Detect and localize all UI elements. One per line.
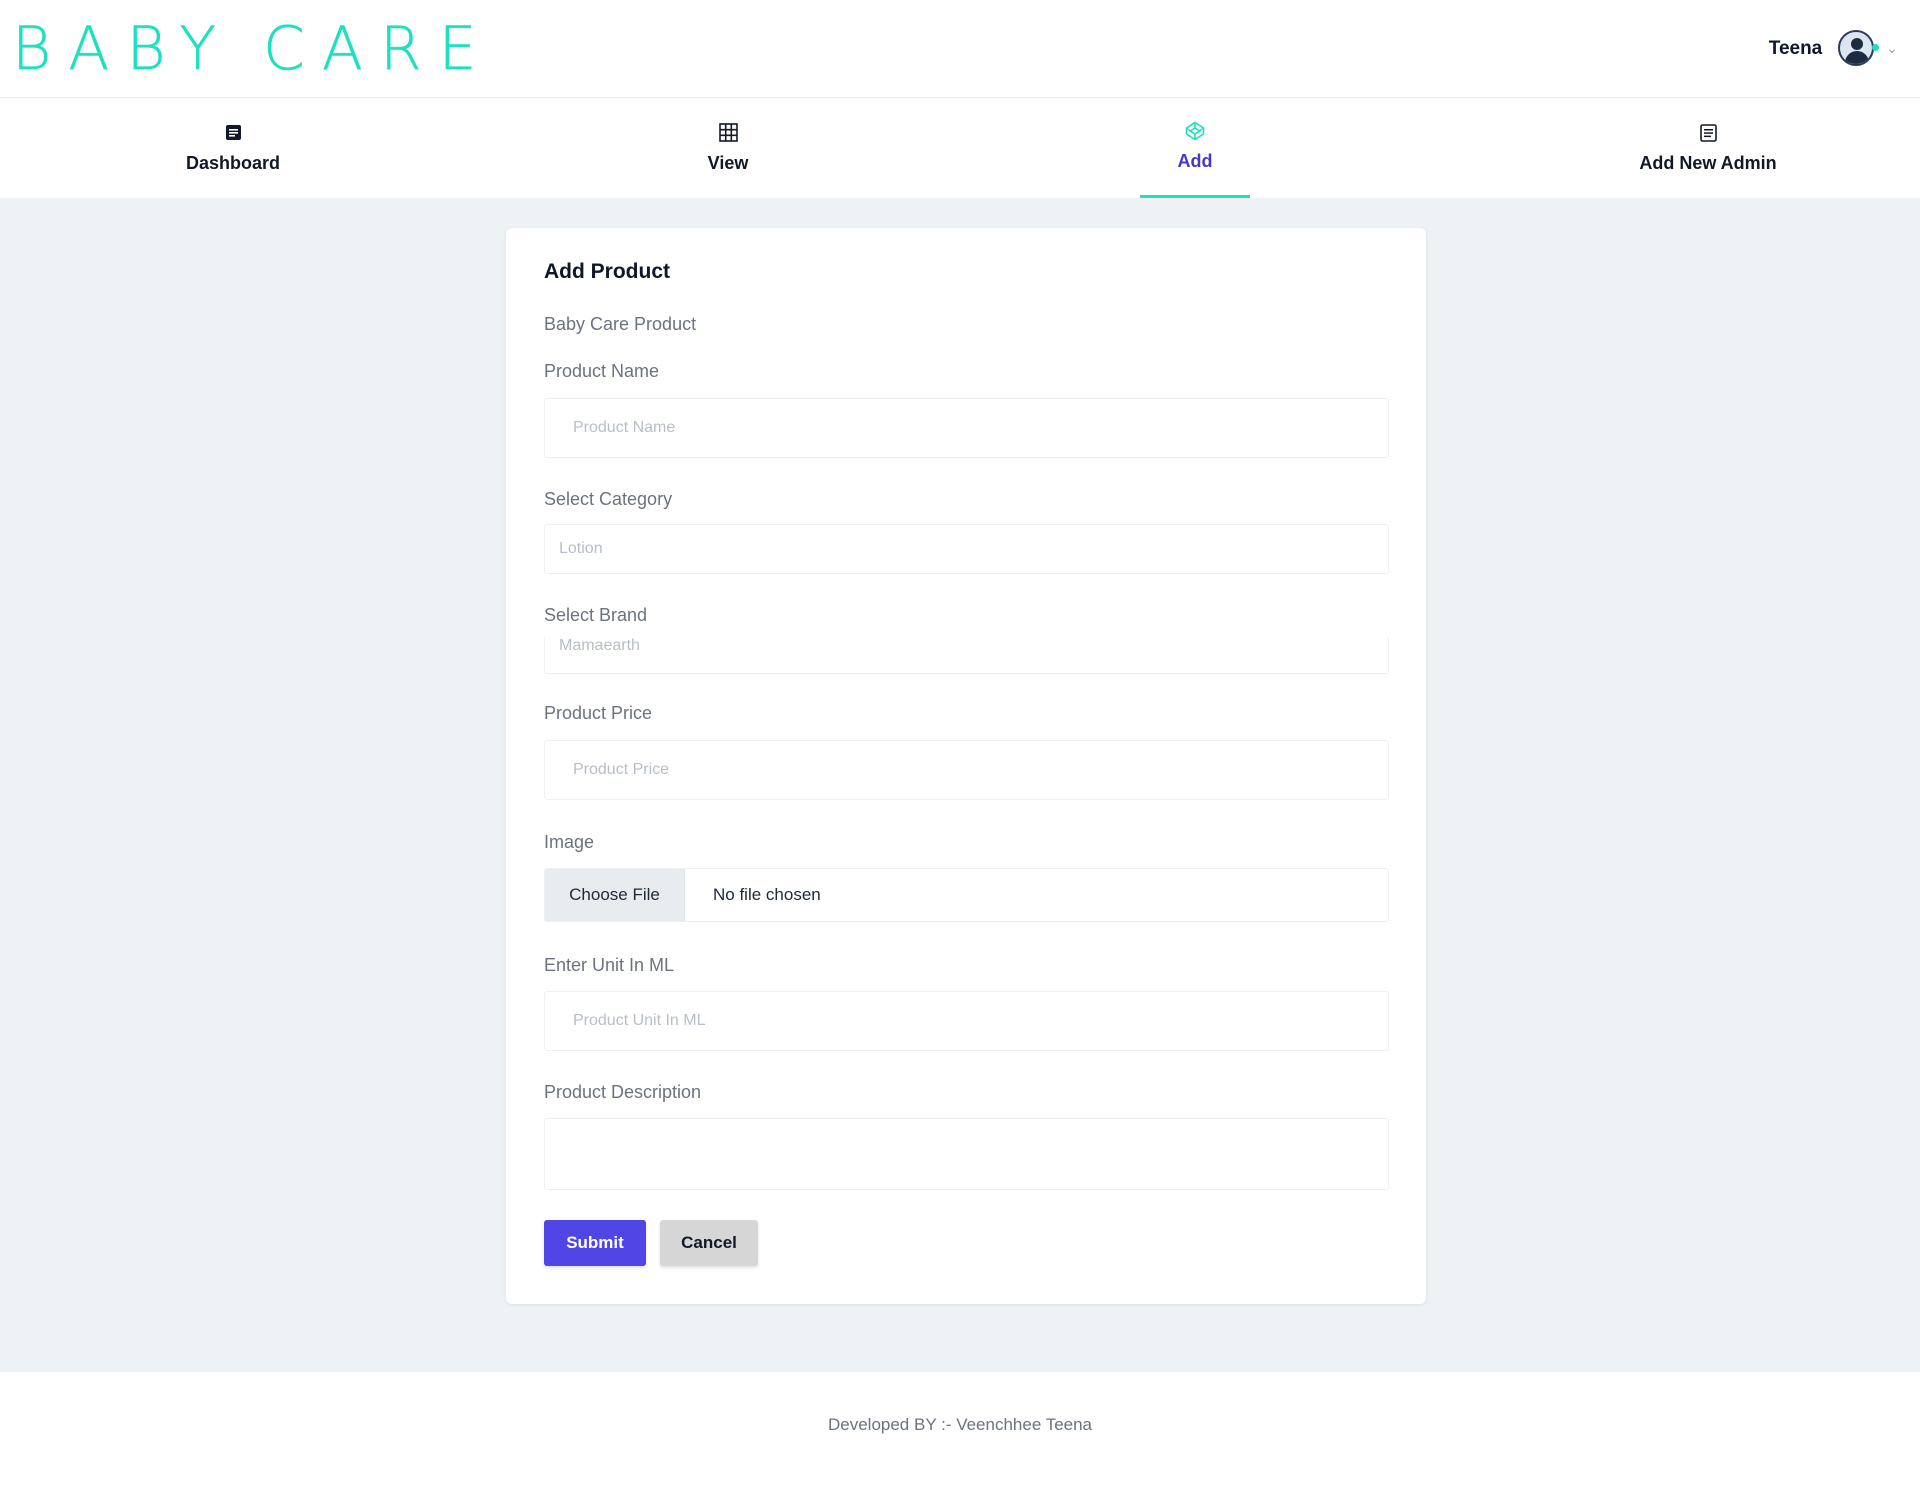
choose-file-button[interactable]: Choose File — [545, 869, 685, 921]
list-icon — [1698, 123, 1718, 143]
avatar-image — [1838, 29, 1875, 66]
online-status-dot — [1872, 43, 1880, 51]
nav-item-add[interactable]: Add — [1140, 98, 1250, 198]
page: BABY CARE Teena ⌄ Dashboard View Add Add… — [0, 0, 1920, 1490]
footer-credit: Developed BY :- Veenchhee Teena — [827, 1415, 1093, 1434]
product-name-label: Product Name — [544, 361, 660, 381]
category-label: Select Category — [544, 489, 673, 509]
avatar[interactable] — [1838, 29, 1880, 68]
user-name: Teena — [1768, 37, 1823, 59]
unit-label: Enter Unit In ML — [544, 955, 675, 975]
form-title: Add Product — [544, 260, 670, 283]
image-label: Image — [544, 832, 595, 852]
product-unit-input[interactable]: Product Unit In ML — [544, 991, 1389, 1051]
nav-label-add: Add — [1177, 151, 1213, 171]
codepen-icon — [1185, 121, 1205, 141]
nav-item-add-new-admin[interactable]: Add New Admin — [1633, 98, 1783, 198]
top-bar: BABY CARE Teena ⌄ — [0, 0, 1920, 98]
document-icon — [223, 123, 243, 143]
grid-icon — [718, 123, 738, 143]
nav-label-view: View — [707, 152, 749, 173]
product-name-input[interactable]: Product Name — [544, 398, 1389, 458]
category-selected-value: Lotion — [559, 540, 603, 557]
product-name-placeholder: Product Name — [573, 419, 676, 436]
nav-item-view[interactable]: View — [688, 98, 768, 198]
nav-item-dashboard[interactable]: Dashboard — [173, 98, 293, 198]
add-product-card: Add Product Baby Care Product Product Na… — [506, 228, 1426, 1304]
product-unit-placeholder: Product Unit In ML — [573, 1012, 706, 1029]
footer: Developed BY :- Veenchhee Teena — [0, 1372, 1920, 1490]
logo[interactable]: BABY CARE — [12, 13, 494, 84]
nav-label-dashboard: Dashboard — [185, 152, 281, 173]
description-label: Product Description — [544, 1082, 702, 1102]
logo-word-care: CARE — [263, 13, 494, 84]
chevron-down-icon[interactable]: ⌄ — [1886, 40, 1898, 57]
logo-word-baby: BABY — [12, 13, 233, 84]
product-price-input[interactable]: Product Price — [544, 740, 1389, 800]
form-subtitle: Baby Care Product — [544, 314, 697, 334]
main-content: Add Product Baby Care Product Product Na… — [0, 198, 1920, 1372]
image-file-input[interactable]: Choose File No file chosen — [544, 868, 1389, 922]
price-label: Product Price — [544, 703, 653, 723]
brand-select[interactable]: Mamaearth — [544, 636, 1389, 674]
submit-button[interactable]: Submit — [544, 1220, 646, 1266]
file-status-text: No file chosen — [713, 885, 821, 904]
main-nav: Dashboard View Add Add New Admin — [0, 98, 1920, 198]
brand-selected-value: Mamaearth — [559, 637, 640, 654]
brand-label: Select Brand — [544, 605, 648, 625]
product-description-textarea[interactable] — [544, 1118, 1389, 1190]
cancel-button[interactable]: Cancel — [660, 1220, 758, 1266]
nav-label-add-new-admin: Add New Admin — [1639, 152, 1777, 173]
category-select[interactable]: Lotion — [544, 524, 1389, 574]
user-menu[interactable]: Teena ⌄ — [1768, 29, 1898, 68]
product-price-placeholder: Product Price — [573, 761, 670, 778]
